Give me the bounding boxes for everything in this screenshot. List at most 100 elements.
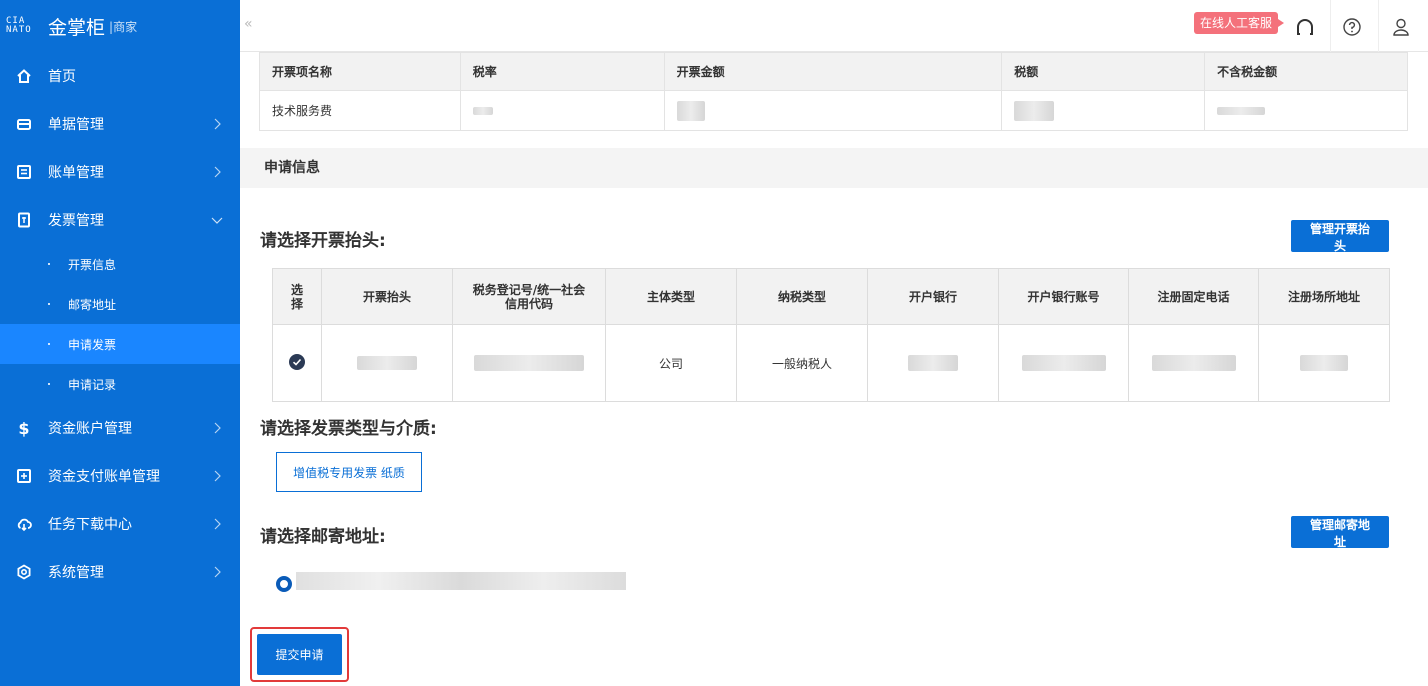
- table-cell: [1001, 90, 1206, 131]
- sidebar-subitem-invoice-info[interactable]: 开票信息: [0, 244, 240, 284]
- sidebar-item-label: 发票管理: [48, 213, 104, 229]
- table-header: 纳税类型: [736, 268, 868, 325]
- dollar-icon: $: [18, 418, 30, 438]
- logo: CIA NATO 金掌柜 |商家: [0, 0, 240, 52]
- help-icon[interactable]: [1341, 16, 1363, 38]
- table-cell: [1258, 324, 1390, 402]
- table-cell: [867, 324, 999, 402]
- sidebar-item-fund-payment-bills[interactable]: 资金支付账单管理: [0, 452, 240, 500]
- table-header-row: 开票项名称 税率 开票金额 税额 不含税金额: [259, 52, 1408, 91]
- blurred-value: [472, 107, 493, 115]
- table-cell: [1204, 90, 1408, 131]
- submit-highlight-frame: 提交申请: [250, 627, 349, 682]
- address-radio-selected[interactable]: [276, 576, 292, 592]
- user-icon[interactable]: [1390, 16, 1412, 38]
- sidebar-item-fund-accounts[interactable]: $ 资金账户管理: [0, 404, 240, 452]
- sidebar-item-label: 系统管理: [48, 565, 104, 581]
- blurred-value: [1217, 107, 1266, 115]
- sidebar-item-label: 首页: [48, 69, 76, 85]
- sidebar-item-system[interactable]: 系统管理: [0, 548, 240, 596]
- sidebar-item-invoices[interactable]: 发票管理: [0, 196, 240, 244]
- sidebar-item-bills[interactable]: 账单管理: [0, 148, 240, 196]
- table-header: 税率: [459, 52, 665, 91]
- table-header: 税务登记号/统一社会信用代码: [452, 268, 606, 325]
- chevron-right-icon: [214, 422, 221, 434]
- table-cell: [1128, 324, 1259, 402]
- chevron-right-icon: [214, 118, 221, 130]
- chevron-right-icon: [214, 470, 221, 482]
- cloud-download-icon: [16, 516, 32, 532]
- receipt-icon: [16, 116, 32, 132]
- chevron-right-icon: [214, 566, 221, 578]
- table-cell: [998, 324, 1129, 402]
- blurred-value: [474, 355, 584, 371]
- invoice-title-table: 选择 开票抬头 税务登记号/统一社会信用代码 主体类型 纳税类型 开户银行 开户…: [272, 268, 1390, 402]
- table-header: 开户银行: [867, 268, 999, 325]
- blurred-value: [1021, 355, 1106, 371]
- submit-application-button[interactable]: 提交申请: [257, 634, 342, 675]
- topbar: « 在线人工客服: [240, 0, 1428, 52]
- app-root: CIA NATO 金掌柜 |商家 首页 单据管理 账单管理 发票管理 开票信息 …: [0, 0, 1428, 686]
- sidebar-subitem-apply-records[interactable]: 申请记录: [0, 364, 240, 404]
- chevron-right-icon: [214, 518, 221, 530]
- blurred-value: [1151, 355, 1236, 371]
- blurred-value: [357, 356, 417, 371]
- table-header-row: 选择 开票抬头 税务登记号/统一社会信用代码 主体类型 纳税类型 开户银行 开户…: [272, 268, 1390, 325]
- settings-icon: [16, 564, 32, 580]
- collapse-sidebar-button[interactable]: «: [244, 16, 253, 32]
- heading-select-invoice-title: 请选择开票抬头:: [260, 231, 386, 251]
- bill-icon: [16, 164, 32, 180]
- topbar-divider: [1330, 0, 1331, 52]
- table-header: 开票项名称: [259, 52, 461, 91]
- blurred-value: [908, 355, 958, 371]
- sidebar-subitem-mailing-address[interactable]: 邮寄地址: [0, 284, 240, 324]
- brand-name: 金掌柜: [48, 16, 106, 39]
- sidebar-item-label: 任务下载中心: [48, 517, 132, 533]
- heading-select-mailing-address: 请选择邮寄地址:: [260, 527, 386, 547]
- section-title-apply-info: 申请信息: [240, 148, 1428, 188]
- header-select-label: 选择: [290, 282, 303, 311]
- chevron-down-icon: [211, 217, 223, 224]
- sidebar: CIA NATO 金掌柜 |商家 首页 单据管理 账单管理 发票管理 开票信息 …: [0, 0, 240, 686]
- table-header: 开户银行账号: [998, 268, 1129, 325]
- table-header: 选择: [272, 268, 322, 325]
- table-cell: [459, 90, 665, 131]
- headset-icon[interactable]: [1294, 16, 1316, 38]
- blurred-value: [1300, 355, 1348, 371]
- online-customer-service-badge[interactable]: 在线人工客服: [1194, 12, 1285, 34]
- brand-suffix: |商家: [109, 19, 138, 34]
- table-cell: 技术服务费: [259, 90, 461, 131]
- table-header: 注册固定电话: [1128, 268, 1259, 325]
- topbar-divider: [1378, 0, 1379, 52]
- sidebar-subitem-apply-invoice[interactable]: 申请发票: [0, 324, 240, 364]
- payment-icon: [16, 468, 32, 484]
- table-header: 开票抬头: [321, 268, 453, 325]
- table-header: 主体类型: [605, 268, 737, 325]
- table-header: 开票金额: [663, 52, 1003, 91]
- mailing-address-value: [296, 572, 626, 590]
- sidebar-item-label: 账单管理: [48, 165, 104, 181]
- invoice-icon: [16, 212, 32, 228]
- sidebar-item-label: 单据管理: [48, 117, 104, 133]
- sidebar-item-home[interactable]: 首页: [0, 52, 240, 100]
- table-header: 注册场所地址: [1258, 268, 1390, 325]
- main-content: 开票项名称 税率 开票金额 税额 不含税金额 技术服务费 申请信息 请选择开票抬…: [240, 52, 1428, 686]
- blurred-value: [676, 100, 705, 121]
- home-icon: [16, 68, 32, 84]
- blurred-value: [1014, 100, 1055, 121]
- table-cell: [663, 90, 1003, 131]
- chevron-right-icon: [214, 166, 221, 178]
- table-row: 技术服务费: [259, 90, 1408, 131]
- table-row[interactable]: 公司 一般纳税人: [272, 324, 1390, 402]
- table-cell[interactable]: [272, 324, 322, 402]
- sidebar-item-download-center[interactable]: 任务下载中心: [0, 500, 240, 548]
- sidebar-item-documents[interactable]: 单据管理: [0, 100, 240, 148]
- manage-mailing-address-button[interactable]: 管理邮寄地址: [1291, 516, 1389, 549]
- header-tax-id-label: 税务登记号/统一社会信用代码: [472, 282, 586, 311]
- invoice-type-option-vat-special-paper[interactable]: 增值税专用发票 纸质: [276, 452, 422, 492]
- heading-select-invoice-type: 请选择发票类型与介质:: [260, 419, 437, 439]
- table-cell: [452, 324, 606, 402]
- brand-mark: CIA NATO: [6, 16, 32, 35]
- selected-check-icon[interactable]: [289, 353, 305, 370]
- manage-invoice-title-button[interactable]: 管理开票抬头: [1291, 220, 1389, 253]
